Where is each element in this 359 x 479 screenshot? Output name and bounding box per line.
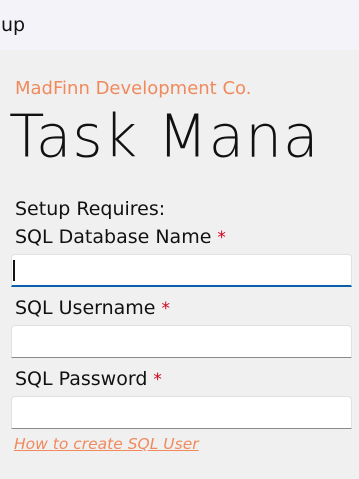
app-title: Task Mana (9, 101, 320, 171)
text-caret (13, 260, 15, 281)
company-name: MadFinn Development Co. (15, 78, 252, 99)
window-title: up (1, 14, 26, 36)
setup-page: MadFinn Development Co. Task Mana Setup … (0, 50, 359, 479)
required-marker: * (161, 299, 171, 319)
password-label-text: SQL Password (15, 368, 148, 390)
database-name-input[interactable] (11, 254, 352, 287)
database-name-label-text: SQL Database Name (15, 226, 212, 248)
database-name-label: SQL Database Name * (15, 226, 226, 248)
password-input[interactable] (11, 396, 352, 429)
create-sql-user-link[interactable]: How to create SQL User (14, 435, 199, 453)
username-label: SQL Username * (15, 297, 170, 319)
username-label-text: SQL Username (15, 297, 156, 319)
title-bar: up (0, 0, 359, 50)
password-label: SQL Password * (15, 368, 162, 390)
username-input[interactable] (11, 325, 352, 358)
required-marker: * (217, 228, 226, 248)
required-marker: * (153, 370, 162, 390)
setup-requires-label: Setup Requires: (15, 198, 166, 220)
